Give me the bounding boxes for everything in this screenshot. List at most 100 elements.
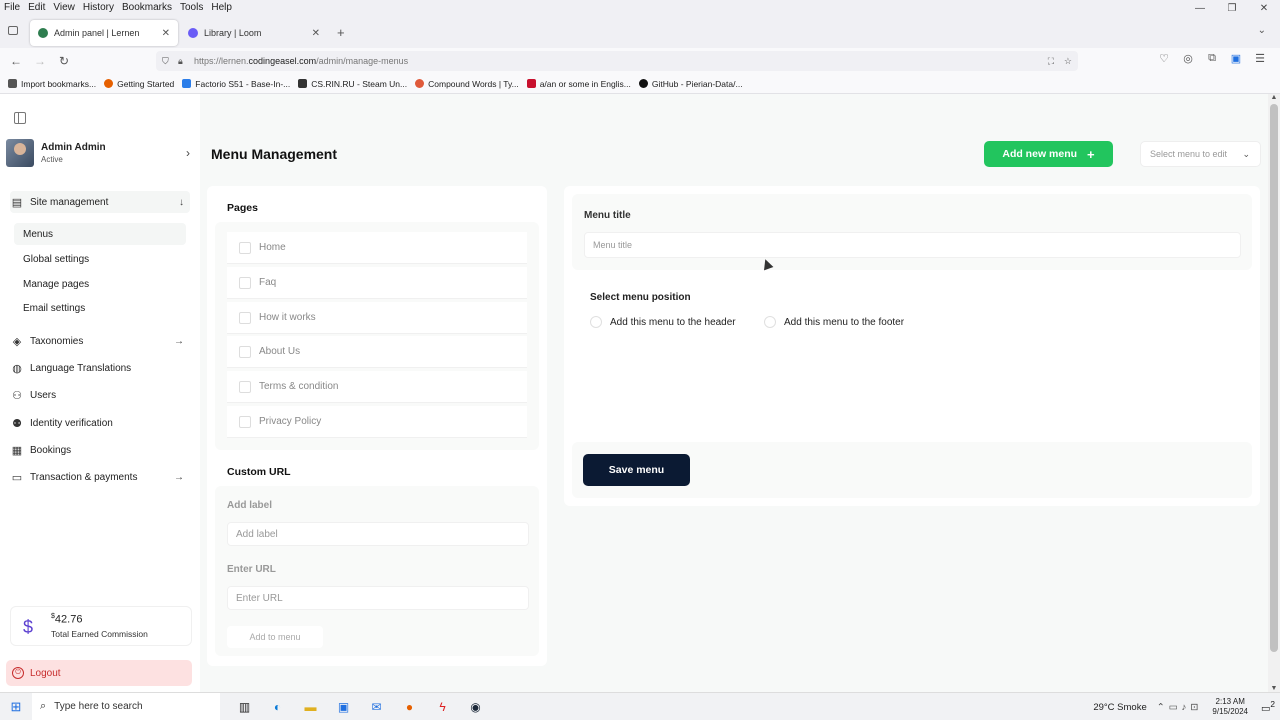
scroll-down-icon[interactable]: ▼ [1268, 685, 1280, 692]
tab-library-loom[interactable]: Library | Loom ✕ [180, 20, 328, 46]
checkbox[interactable] [239, 415, 251, 428]
checkbox[interactable] [239, 345, 251, 358]
edge-icon[interactable]: ◐ [261, 700, 294, 714]
bookmark-compound-words[interactable]: Compound Words | Ty... [415, 79, 519, 89]
menu-tools[interactable]: Tools [180, 2, 203, 13]
checkbox[interactable] [239, 241, 251, 254]
add-label-input[interactable]: Add label [227, 522, 529, 546]
menu-help[interactable]: Help [211, 2, 232, 13]
lock-icon: 🔒︎ [178, 55, 183, 66]
add-new-menu-button[interactable]: Add new menu + [984, 141, 1113, 167]
arrow-right-icon: → [174, 471, 184, 483]
list-all-tabs-icon[interactable]: ⌄ [1258, 25, 1266, 36]
tab-admin-panel[interactable]: Admin panel | Lernen ✕ [30, 20, 178, 46]
sidebar-item-transactions[interactable]: ▭ Transaction & payments → [10, 466, 190, 488]
close-tab-icon[interactable]: ✕ [312, 28, 320, 39]
reload-icon[interactable]: ↻ [52, 54, 76, 68]
sidebar-item-bookings[interactable]: ▦ Bookings [10, 439, 190, 461]
scroll-up-icon[interactable]: ▲ [1268, 94, 1280, 101]
menu-title-input[interactable]: Menu title [584, 232, 1241, 258]
bookmark-factorio[interactable]: Factorio S51 - Base-In-... [182, 79, 290, 89]
bookmark-getting-started[interactable]: Getting Started [104, 79, 174, 89]
notifications-icon[interactable]: ▭2 [1256, 699, 1280, 714]
sidebar-subitem-email-settings[interactable]: Email settings [14, 297, 186, 319]
commission-value: 42.76 [54, 613, 83, 626]
import-icon [8, 79, 17, 88]
bookmark-csrin[interactable]: CS.RIN.RU - Steam Un... [298, 79, 407, 89]
sidebar-item-taxonomies[interactable]: ◈ Taxonomies → [10, 330, 190, 352]
tray-icons[interactable]: ⌃▭♪⊡ [1157, 702, 1203, 713]
menu-view[interactable]: View [53, 2, 75, 13]
sidebar-item-users[interactable]: ⚇ Users [10, 384, 190, 406]
windows-start-icon[interactable]: ⊞ [0, 699, 32, 715]
page-option-about-us[interactable]: About Us [227, 336, 527, 368]
page-scrollbar[interactable]: ▲ ▼ [1268, 94, 1280, 692]
sidebar-toggle-icon[interactable] [14, 112, 26, 124]
sidebar-subitem-global-settings[interactable]: Global settings [14, 248, 186, 270]
translate-icon[interactable]: ⛶ [1048, 56, 1054, 67]
commission-card: $ $42.76 Total Earned Commission [10, 606, 192, 646]
scrollbar-thumb[interactable] [1270, 104, 1278, 652]
steam-icon[interactable]: ◉ [459, 700, 492, 714]
save-menu-button[interactable]: Save menu [583, 454, 690, 486]
radio-footer-position[interactable]: Add this menu to the footer [764, 316, 904, 328]
extensions-icon[interactable]: ⧉ [1200, 52, 1224, 65]
clock[interactable]: 2:13 AM 9/15/2024 [1212, 697, 1248, 717]
task-view-icon[interactable]: ▥ [228, 700, 261, 714]
loom-favicon-icon [188, 28, 198, 38]
back-icon[interactable]: ← [4, 54, 28, 68]
menu-history[interactable]: History [83, 2, 114, 13]
taskbar-search[interactable]: ⌕ Type here to search [32, 692, 220, 720]
menu-bookmarks[interactable]: Bookmarks [122, 2, 172, 13]
flash-app-icon[interactable]: ϟ [426, 700, 459, 714]
page-option-home[interactable]: Home [227, 232, 527, 264]
menu-edit[interactable]: Edit [28, 2, 45, 13]
checkbox[interactable] [239, 380, 251, 393]
address-bar[interactable]: ⛉ 🔒︎ https://lernen. codingeasel.com/admi… [156, 51, 1078, 71]
weather-widget[interactable]: 29°C Smoke [1093, 702, 1146, 713]
new-tab-icon[interactable]: + [337, 25, 345, 40]
bookmark-star-icon[interactable]: ☆ [1064, 56, 1072, 67]
checkbox[interactable] [239, 311, 251, 324]
app-menu-icon[interactable]: ☰ [1248, 52, 1272, 65]
sidebar-item-site-management[interactable]: ▤ Site management ↓ [10, 191, 190, 213]
mail-icon[interactable]: ✉ [360, 700, 393, 714]
page-option-privacy[interactable]: Privacy Policy [227, 406, 527, 438]
select-menu-dropdown[interactable]: Select menu to edit ⌄ [1140, 141, 1261, 167]
sidebar-subitem-menus[interactable]: Menus [14, 223, 186, 245]
sidebar-item-identity-verification[interactable]: ⚉ Identity verification [10, 412, 190, 434]
profile-card[interactable]: Admin Admin Active › [6, 138, 192, 168]
bookmark-import[interactable]: Import bookmarks... [8, 79, 96, 89]
page-option-terms[interactable]: Terms & condition [227, 371, 527, 403]
add-to-menu-button[interactable]: Add to menu [227, 626, 323, 648]
sidebar-item-label: Taxonomies [30, 335, 84, 347]
tab-list-icon[interactable] [8, 26, 18, 35]
sidebar-subitem-manage-pages[interactable]: Manage pages [14, 273, 186, 295]
checkbox[interactable] [239, 276, 251, 289]
pocket-icon[interactable]: ♡ [1152, 52, 1176, 65]
page-title: Menu Management [211, 146, 338, 162]
store-icon[interactable]: ▣ [327, 700, 360, 714]
radio-header-label: Add this menu to the header [610, 316, 736, 328]
logout-label: Logout [30, 667, 61, 679]
bookmark-a-an[interactable]: a/an or some in Englis... [526, 79, 631, 89]
bookmark-github[interactable]: GitHub - Pierian-Data/... [638, 79, 743, 89]
extension-blue-icon[interactable]: ▣ [1224, 52, 1248, 65]
close-tab-icon[interactable]: ✕ [162, 28, 170, 39]
chevron-right-icon[interactable]: › [186, 146, 190, 160]
firefox-taskbar-icon[interactable]: ● [393, 700, 426, 714]
page-option-faq[interactable]: Faq [227, 267, 527, 299]
enter-url-input[interactable]: Enter URL [227, 586, 529, 610]
account-icon[interactable]: ◎ [1176, 52, 1200, 65]
radio-header-position[interactable]: Add this menu to the header [590, 316, 736, 328]
page-option-label: How it works [259, 312, 316, 323]
sidebar-item-language-translations[interactable]: ◍ Language Translations [10, 357, 190, 379]
file-explorer-icon[interactable]: ▬ [294, 700, 327, 714]
page-option-how-it-works[interactable]: How it works [227, 302, 527, 334]
forward-icon[interactable]: → [28, 54, 52, 68]
logout-button[interactable]: ⏻ Logout [6, 660, 192, 686]
radio-button[interactable] [764, 316, 776, 328]
menu-file[interactable]: File [4, 2, 20, 13]
radio-button[interactable] [590, 316, 602, 328]
url-domain: codingeasel.com [248, 56, 317, 66]
